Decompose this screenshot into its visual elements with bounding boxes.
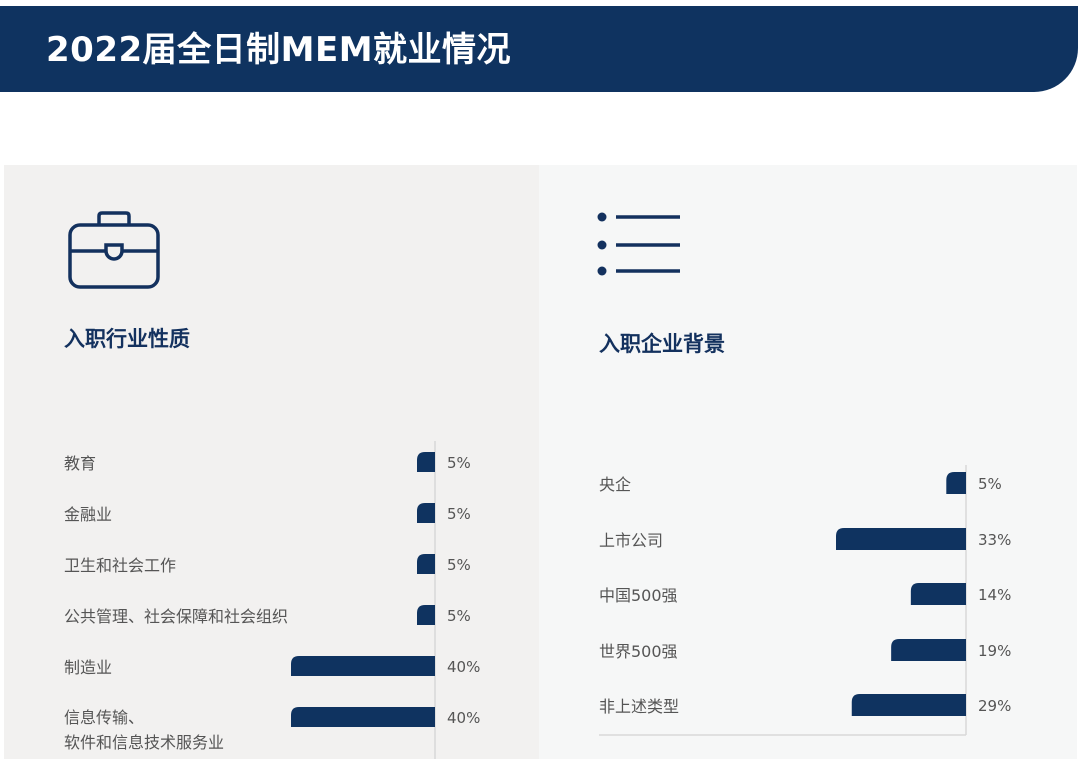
bar xyxy=(417,452,435,472)
data-label: 40% xyxy=(447,658,480,676)
bar xyxy=(910,583,966,605)
category-label: 卫生和社会工作 xyxy=(64,556,176,575)
data-label: 29% xyxy=(978,697,1011,715)
category-label: 制造业 xyxy=(64,658,112,677)
data-label: 19% xyxy=(978,642,1011,660)
category-label: 上市公司 xyxy=(599,531,663,550)
bar xyxy=(891,639,966,661)
category-label: 央企 xyxy=(599,475,631,494)
category-label: 中国500强 xyxy=(599,586,678,605)
data-label: 5% xyxy=(447,454,471,472)
bar xyxy=(417,503,435,523)
category-label: 信息传输、 xyxy=(64,708,144,727)
data-label: 5% xyxy=(447,505,471,523)
data-label: 5% xyxy=(447,556,471,574)
page-title: 2022届全日制MEM就业情况 xyxy=(46,30,512,70)
category-label: 软件和信息技术服务业 xyxy=(64,733,224,752)
bar xyxy=(851,694,966,716)
data-label: 5% xyxy=(447,607,471,625)
bar xyxy=(946,472,966,494)
industry-panel: 入职行业性质 5% 教育 5% 金融业 5% 卫生和社会工作 5% 公共管理、社会保障和社会组… xyxy=(4,165,539,759)
bar xyxy=(291,656,435,676)
bar xyxy=(836,528,966,550)
bar xyxy=(417,554,435,574)
industry-bar-chart: 5% 教育 5% 金融业 5% 卫生和社会工作 5% 公共管理、社会保障和社会组织 40% 制造业… xyxy=(64,441,480,759)
category-label: 非上述类型 xyxy=(599,697,679,716)
bar xyxy=(417,605,435,625)
category-label: 世界500强 xyxy=(599,642,678,661)
enterprise-bar-chart: 5% 央企 33% 上市公司 14% 中国500强 19% 世界500强 29% 非上述类型 xyxy=(599,465,1011,736)
data-label: 14% xyxy=(978,586,1011,604)
data-label: 33% xyxy=(978,531,1011,549)
header-banner: 2022届全日制MEM就业情况 xyxy=(0,6,1078,92)
enterprise-panel: 入职企业背景 5% 央企 33% 上市公司 14% 中国500强 19% 世界500强 29% 非… xyxy=(539,165,1077,759)
bar xyxy=(291,707,435,727)
data-label: 5% xyxy=(978,475,1002,493)
category-label: 教育 xyxy=(64,454,96,473)
category-label: 公共管理、社会保障和社会组织 xyxy=(64,607,288,626)
category-label: 金融业 xyxy=(64,505,112,524)
data-label: 40% xyxy=(447,709,480,727)
